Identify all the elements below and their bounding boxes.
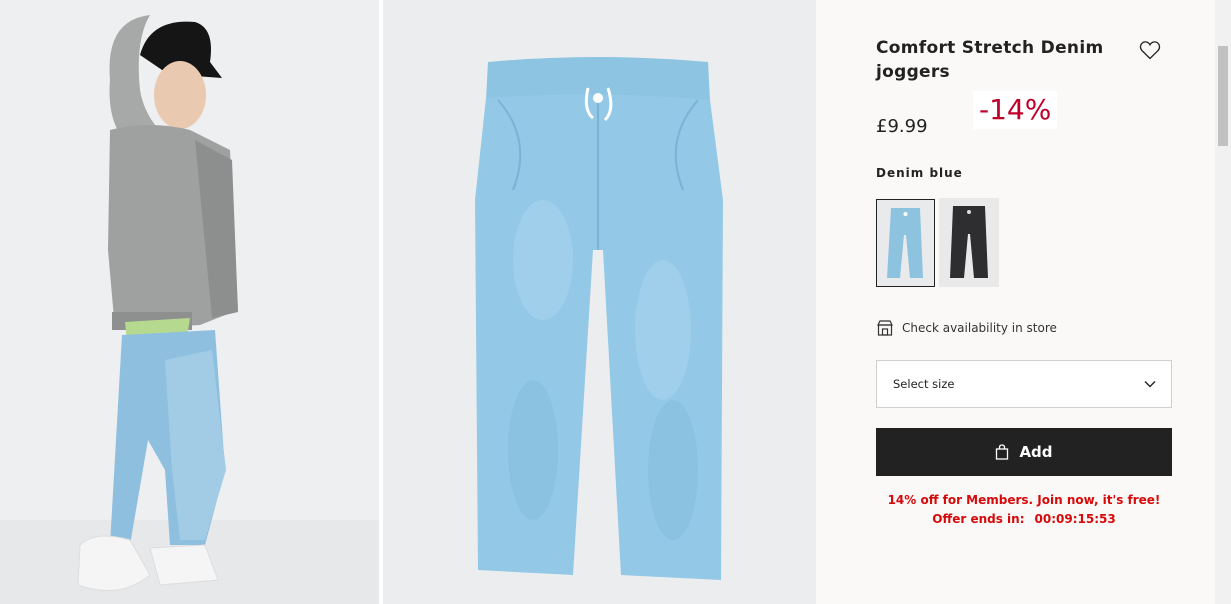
swatch-denim-blue-thumbnail (877, 200, 934, 286)
check-store-availability[interactable]: Check availability in store (876, 318, 1057, 338)
wishlist-button[interactable] (1138, 38, 1162, 62)
offer-countdown: 00:09:15:53 (1034, 512, 1116, 526)
selected-color-name: Denim blue (876, 166, 963, 180)
offer-ends-label: Offer ends in: (932, 512, 1025, 526)
chevron-down-icon (1144, 381, 1156, 388)
swatch-black-thumbnail (939, 198, 999, 287)
offer-timer-row: Offer ends in: 00:09:15:53 (876, 510, 1172, 529)
jeans-illustration (383, 0, 816, 604)
add-button-label: Add (1019, 443, 1053, 461)
product-title: Comfort Stretch Denim joggers (876, 38, 1104, 82)
product-page: Comfort Stretch Denim joggers £9.99 -14%… (0, 0, 1231, 604)
product-details-panel: Comfort Stretch Denim joggers £9.99 -14%… (816, 0, 1215, 604)
discount-badge: -14% (973, 91, 1058, 129)
heart-icon (1139, 41, 1161, 60)
product-image-flatlay[interactable] (383, 0, 816, 604)
color-swatch-black[interactable] (939, 198, 999, 287)
bag-icon (996, 444, 1009, 460)
size-select-label: Select size (893, 377, 955, 391)
store-availability-label: Check availability in store (902, 321, 1057, 335)
product-price: £9.99 (876, 116, 928, 137)
model-illustration (0, 0, 379, 604)
page-scrollbar[interactable] (1215, 0, 1231, 604)
scrollbar-thumb[interactable] (1218, 46, 1228, 146)
store-icon (877, 320, 893, 336)
product-image-model[interactable] (0, 0, 379, 604)
add-to-bag-button[interactable]: Add (876, 428, 1172, 476)
member-promo-text: 14% off for Members. Join now, it's free… (887, 493, 1161, 507)
size-select[interactable]: Select size (876, 360, 1172, 408)
color-swatch-denim-blue[interactable] (876, 199, 935, 287)
member-promo: 14% off for Members. Join now, it's free… (876, 491, 1172, 529)
